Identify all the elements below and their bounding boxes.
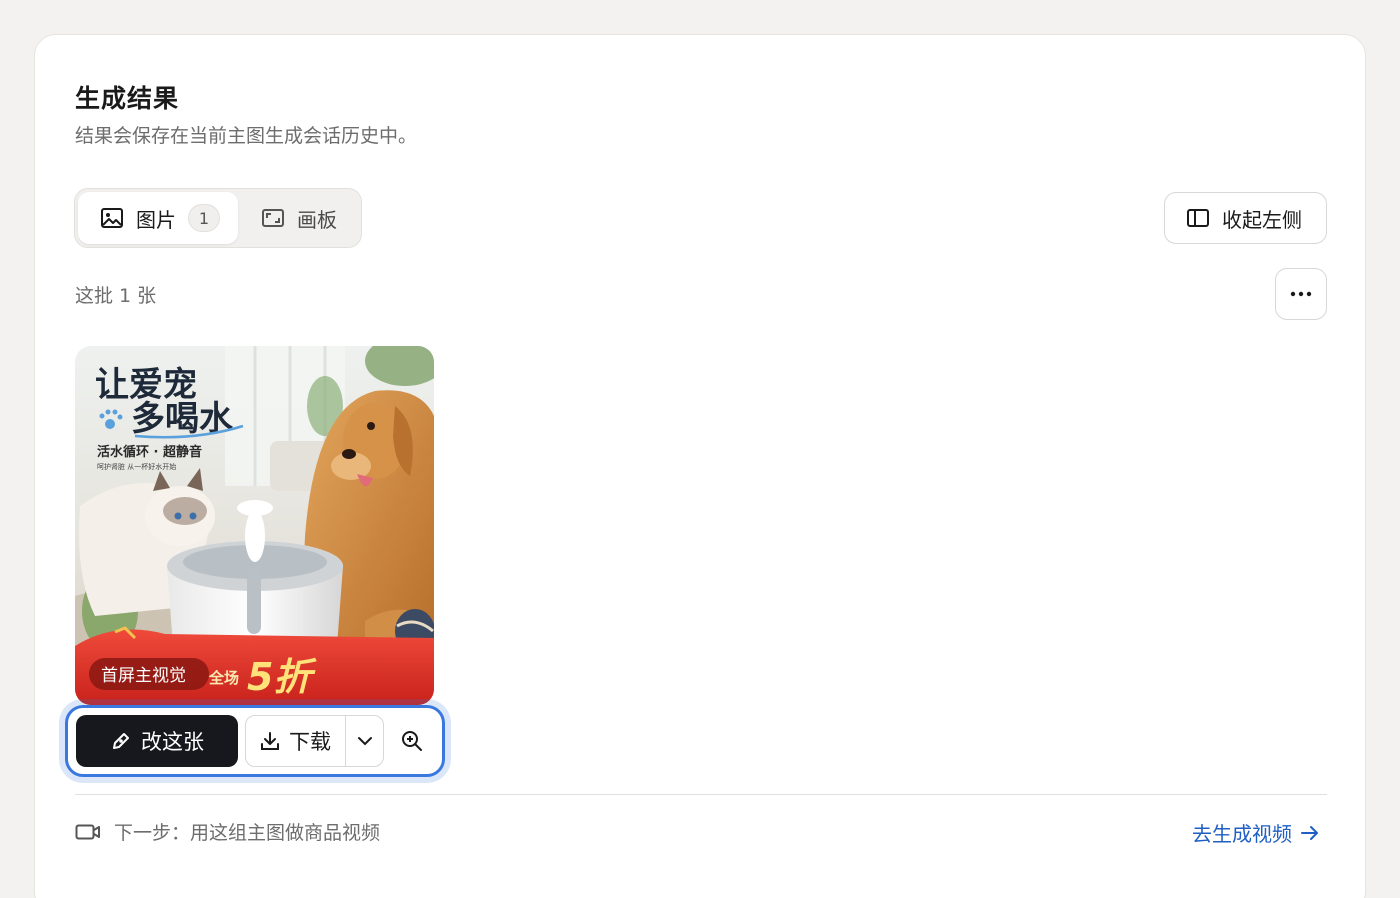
ellipsis-icon (1290, 291, 1312, 297)
tab-artboard[interactable]: 画板 (239, 192, 357, 244)
download-group: 下载 (245, 715, 384, 767)
download-icon (261, 732, 279, 750)
more-options-button[interactable] (1275, 268, 1327, 320)
image-icon (101, 208, 123, 228)
batch-count-label: 这批 1 张 (75, 285, 157, 307)
panel-title: 生成结果 (75, 84, 180, 113)
zoom-image-button[interactable] (396, 725, 428, 757)
tab-images-label: 图片 (136, 207, 176, 232)
edit-image-button[interactable]: 改这张 (76, 715, 238, 767)
next-step-hint: 下一步：用这组主图做商品视频 (75, 818, 380, 845)
view-tabs: 图片 1 画板 (74, 188, 362, 248)
section-divider (75, 794, 1327, 795)
small-caption: 呵护肾脏 从一杯好水开始 (97, 462, 176, 471)
go-generate-video-link[interactable]: 去生成视频 (1192, 818, 1320, 847)
go-generate-video-label: 去生成视频 (1192, 822, 1292, 846)
results-panel: 生成结果 结果会保存在当前主图生成会话历史中。 图片 1 画板 收起左侧 这批 … (34, 34, 1366, 898)
edit-image-label: 改这张 (141, 730, 204, 754)
pen-icon (113, 733, 129, 749)
badge-text: 首屏主视觉 (101, 666, 186, 686)
promo-discount: 5折 (247, 655, 317, 699)
download-button[interactable]: 下载 (246, 716, 346, 766)
arrow-right-icon (1301, 825, 1318, 840)
download-options-dropdown[interactable] (346, 716, 383, 766)
tab-artboard-label: 画板 (297, 207, 337, 232)
sidebar-panel-icon (1187, 209, 1209, 227)
download-label: 下载 (289, 730, 331, 754)
image-action-bar: 改这张 下载 (65, 705, 445, 777)
zoom-in-icon (402, 731, 422, 751)
artboard-icon (262, 209, 284, 227)
generated-image[interactable]: 让爱宠 多喝水 活水循环 · 超静音 呵护肾脏 从一杯好水开始 首屏主视觉 全场… (75, 346, 434, 705)
tab-images[interactable]: 图片 1 (78, 192, 238, 244)
collapse-left-button[interactable]: 收起左侧 (1164, 192, 1327, 244)
generated-image-art: 让爱宠 多喝水 活水循环 · 超静音 呵护肾脏 从一杯好水开始 首屏主视觉 全场… (75, 346, 434, 705)
next-step-text: 下一步：用这组主图做商品视频 (114, 822, 381, 844)
feature-text: 活水循环 · 超静音 (97, 444, 202, 460)
panel-subtitle: 结果会保存在当前主图生成会话历史中。 (75, 125, 418, 147)
video-camera-icon (75, 824, 100, 839)
chevron-down-icon (357, 737, 372, 746)
collapse-left-label: 收起左侧 (1222, 207, 1302, 232)
promo-prefix: 全场 (208, 669, 239, 687)
image-count-badge: 1 (188, 204, 220, 232)
